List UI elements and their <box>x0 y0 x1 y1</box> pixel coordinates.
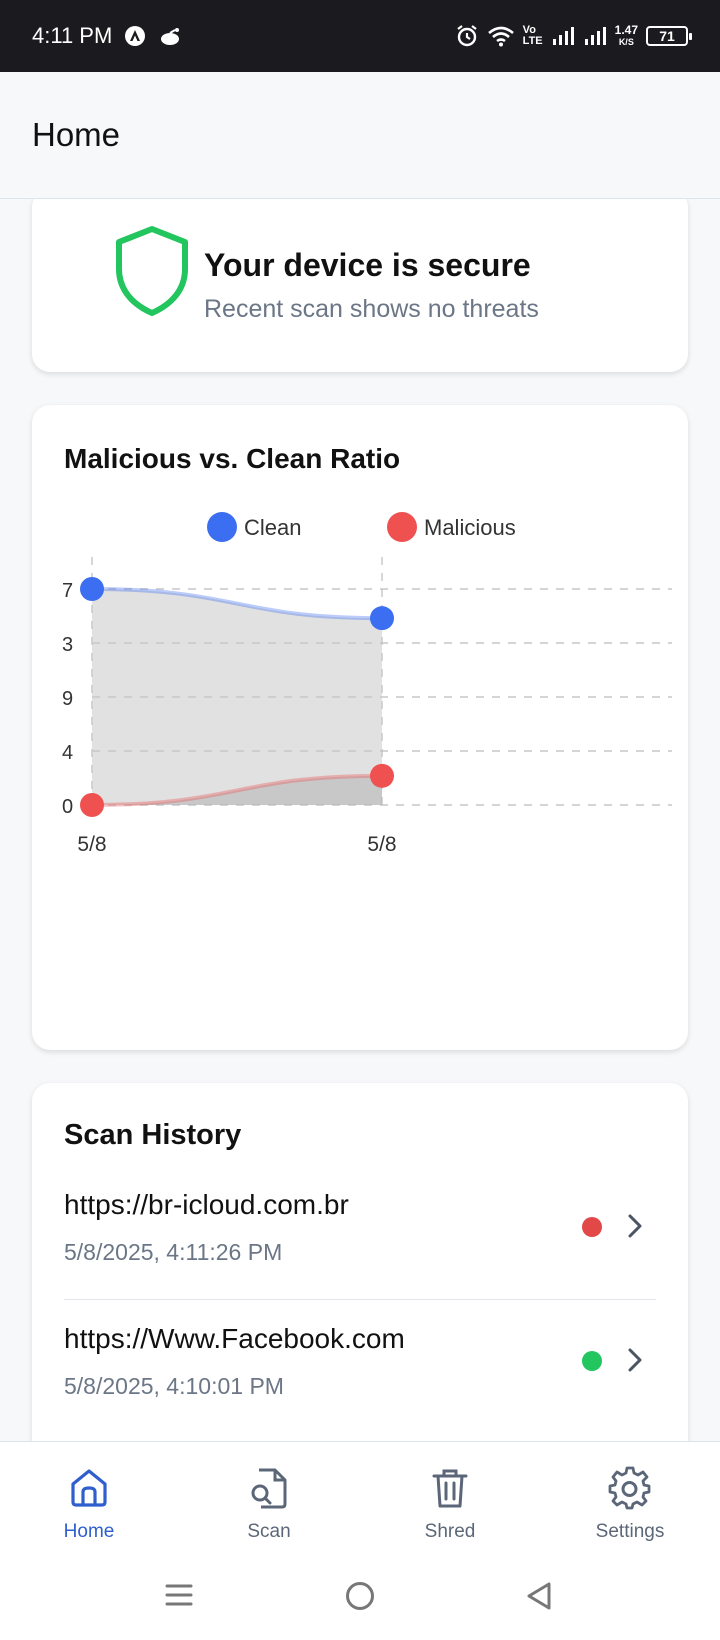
system-navigation-bar <box>0 1554 720 1640</box>
y-tick-label: 0 <box>62 796 73 818</box>
nav-shred-label: Shred <box>424 1521 476 1542</box>
data-point-malicious[interactable] <box>370 763 394 788</box>
bottom-navigation: Home Scan Shred Settings <box>0 1441 720 1554</box>
history-item[interactable]: https://Www.Facebook.com 5/8/2025, 4:10:… <box>64 1301 656 1431</box>
divider <box>64 1299 656 1300</box>
signal-icon-2 <box>583 25 607 47</box>
trash-icon <box>428 1466 472 1515</box>
y-tick-label: 4 <box>62 742 73 764</box>
nav-shred[interactable]: Shred <box>385 1442 515 1555</box>
chart-legend: Clean Malicious <box>207 512 516 542</box>
data-point-clean[interactable] <box>370 606 394 631</box>
legend-label-clean: Clean <box>244 515 301 540</box>
history-item-url: https://br-icloud.com.br <box>64 1189 349 1220</box>
signal-icon-1 <box>551 25 575 47</box>
home-content: Your device is secure Recent scan shows … <box>0 199 720 1441</box>
security-status-card[interactable]: Your device is secure Recent scan shows … <box>32 199 688 372</box>
history-item-time: 5/8/2025, 4:11:26 PM <box>64 1239 283 1265</box>
status-time: 4:11 PM <box>32 23 113 48</box>
shield-icon <box>114 225 190 322</box>
reddit-icon <box>158 25 182 47</box>
y-tick-label: 9 <box>62 688 73 710</box>
app-notification-icon <box>124 25 146 47</box>
volte-indicator: Vo LTE <box>522 24 543 47</box>
nav-scan[interactable]: Scan <box>204 1442 334 1555</box>
x-tick-label: 5/8 <box>77 833 106 856</box>
ratio-chart-card: Malicious vs. Clean Ratio 0 4 9 3 7 5/8 5/8 C… <box>32 405 688 1050</box>
nav-scan-label: Scan <box>247 1521 291 1542</box>
security-status-title: Your device is secure <box>204 247 531 283</box>
threat-status-dot <box>582 1217 602 1237</box>
recents-menu-icon[interactable] <box>164 1580 194 1615</box>
x-tick-label: 5/8 <box>367 833 396 856</box>
home-icon <box>67 1466 111 1515</box>
security-status-subtitle: Recent scan shows no threats <box>204 295 539 323</box>
y-tick-label: 7 <box>62 580 73 602</box>
home-circle-icon[interactable] <box>344 1580 376 1617</box>
nav-settings-label: Settings <box>595 1521 665 1542</box>
legend-swatch-clean <box>207 512 237 542</box>
chart-x-ticks: 5/8 5/8 <box>77 833 396 856</box>
data-point-malicious[interactable] <box>80 793 104 817</box>
scan-history-title: Scan History <box>64 1119 242 1151</box>
ratio-chart: 0 4 9 3 7 5/8 5/8 Clean Malicious <box>62 512 672 856</box>
area-clean <box>92 589 382 805</box>
history-item[interactable]: https://br-icloud.com.br 5/8/2025, 4:11:… <box>64 1167 656 1297</box>
chart-areas <box>92 589 382 805</box>
nav-settings[interactable]: Settings <box>565 1442 695 1555</box>
y-tick-label: 3 <box>62 634 73 656</box>
scan-history-card: Scan History https://br-icloud.com.br 5/… <box>32 1083 688 1441</box>
history-item-time: 5/8/2025, 4:10:01 PM <box>64 1373 284 1399</box>
clean-status-dot <box>582 1351 602 1371</box>
nav-home-label: Home <box>63 1521 115 1542</box>
chevron-right-icon[interactable] <box>624 1211 646 1246</box>
status-bar: 4:11 PM Vo LTE 1.47 K/S 71 <box>0 0 720 72</box>
history-item-url: https://Www.Facebook.com <box>64 1323 405 1354</box>
gear-icon <box>608 1466 652 1515</box>
alarm-icon <box>455 24 479 48</box>
wifi-icon <box>487 25 515 47</box>
nav-home[interactable]: Home <box>24 1442 154 1555</box>
app-header: Home <box>0 72 720 199</box>
page-title: Home <box>32 116 121 153</box>
legend-label-malicious: Malicious <box>424 515 516 540</box>
back-triangle-icon[interactable] <box>524 1580 554 1617</box>
data-point-clean[interactable] <box>80 577 104 601</box>
chart-y-ticks: 0 4 9 3 7 <box>62 580 73 818</box>
network-speed: 1.47 K/S <box>614 23 638 47</box>
chart-title: Malicious vs. Clean Ratio <box>64 443 401 474</box>
scan-file-icon <box>247 1466 291 1515</box>
battery-indicator: 71 <box>646 26 692 46</box>
legend-swatch-malicious <box>387 512 417 542</box>
chevron-right-icon[interactable] <box>624 1345 646 1380</box>
